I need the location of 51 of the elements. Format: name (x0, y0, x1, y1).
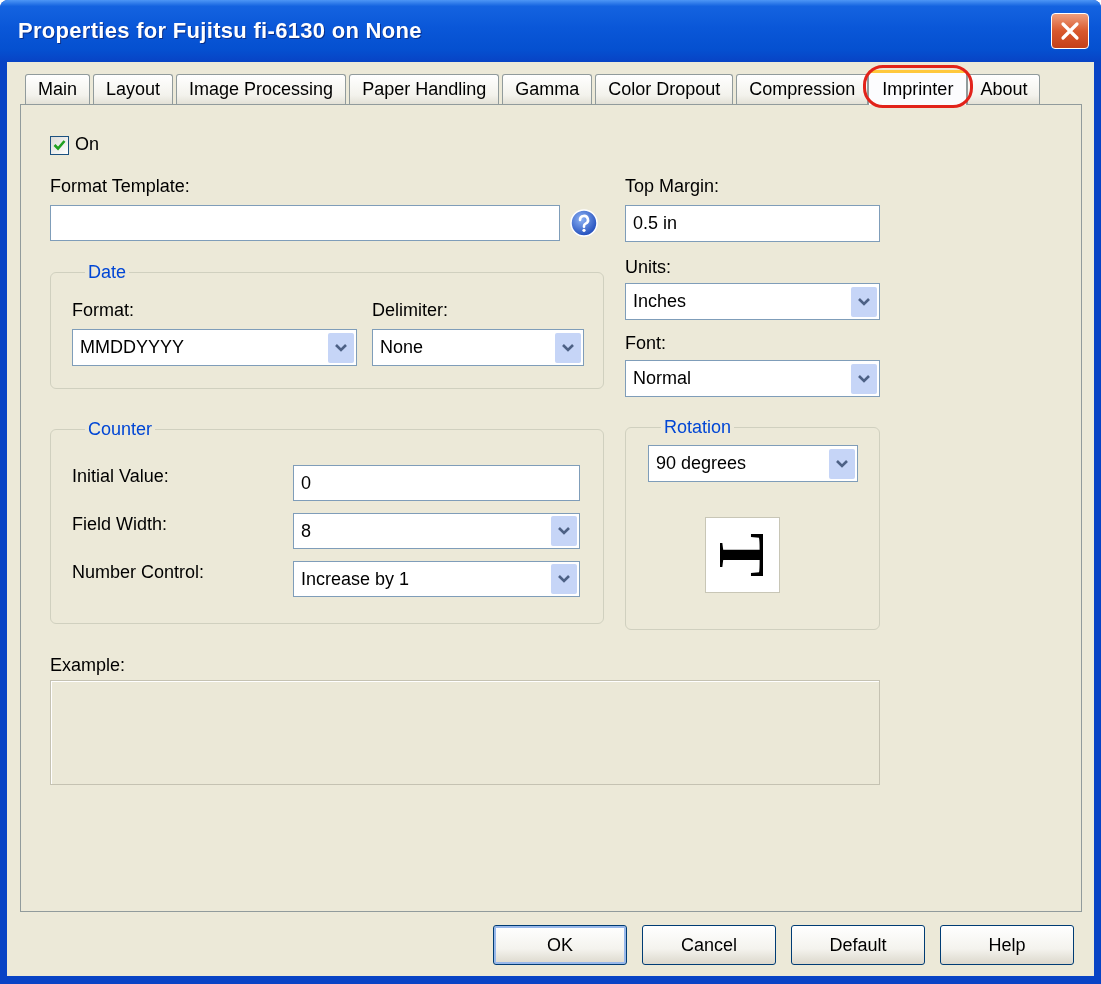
field-label: Format Template: (50, 175, 190, 197)
tab[interactable]: About (967, 74, 1041, 104)
close-icon (1060, 21, 1080, 41)
dialog-button[interactable]: OK (493, 925, 627, 965)
rotation-dropdown[interactable]: 90 degrees (648, 445, 858, 482)
counter-dropdown[interactable]: 8 (293, 513, 580, 549)
group-title: Counter (87, 418, 154, 440)
dialog-button[interactable]: Default (791, 925, 925, 965)
tab[interactable]: Compression (736, 74, 869, 104)
checkbox-label: On (75, 133, 99, 155)
tab[interactable]: Main (25, 74, 90, 104)
units-dropdown[interactable]: Inches (625, 283, 880, 320)
field-label: Number Control: (72, 561, 206, 583)
format-template-field[interactable] (50, 205, 560, 241)
on-checkbox[interactable] (50, 135, 69, 155)
date-format-dropdown[interactable]: MMDDYYYY (72, 329, 357, 366)
tab[interactable]: Layout (93, 74, 174, 104)
tab[interactable]: Image Processing (176, 74, 347, 104)
counter-dropdown[interactable]: Increase by 1 (293, 561, 580, 597)
field-label: Initial Value: (72, 465, 170, 487)
help-icon[interactable] (570, 209, 598, 237)
field-label: Delimiter: (372, 299, 448, 321)
field-label: Field Width: (72, 513, 169, 535)
field-label: Example: (50, 654, 126, 676)
dialog-button[interactable]: Cancel (642, 925, 776, 965)
counter-value-field[interactable]: 0 (293, 465, 580, 501)
group-title: Rotation (663, 416, 733, 438)
tab[interactable]: Paper Handling (349, 74, 500, 104)
tab[interactable]: Gamma (502, 74, 593, 104)
delimiter-dropdown[interactable]: None (372, 329, 584, 366)
field-label: Top Margin: (625, 175, 720, 197)
field-label: Font: (625, 332, 667, 354)
group-title: Date (87, 261, 128, 283)
window-title: Properties for Fujitsu fi-6130 on None (18, 18, 422, 44)
chevron-down-icon (851, 286, 877, 317)
checkmark-icon (53, 139, 66, 151)
field-label: Format: (72, 299, 134, 321)
close-button[interactable] (1051, 13, 1089, 49)
dialog-button[interactable]: Help (940, 925, 1074, 965)
tab[interactable]: Color Dropout (595, 74, 734, 104)
chevron-down-icon (829, 448, 855, 479)
font-dropdown[interactable]: Normal (625, 360, 880, 397)
chevron-down-icon (555, 332, 581, 363)
chevron-down-icon (551, 564, 577, 594)
top-margin-field[interactable]: 0.5 in (625, 205, 880, 242)
tab[interactable]: Imprinter (868, 70, 968, 105)
chevron-down-icon (851, 363, 877, 394)
rotation-preview-glyph: T (709, 533, 776, 577)
chevron-down-icon (551, 516, 577, 546)
chevron-down-icon (328, 332, 354, 363)
field-label: Units: (625, 256, 671, 278)
